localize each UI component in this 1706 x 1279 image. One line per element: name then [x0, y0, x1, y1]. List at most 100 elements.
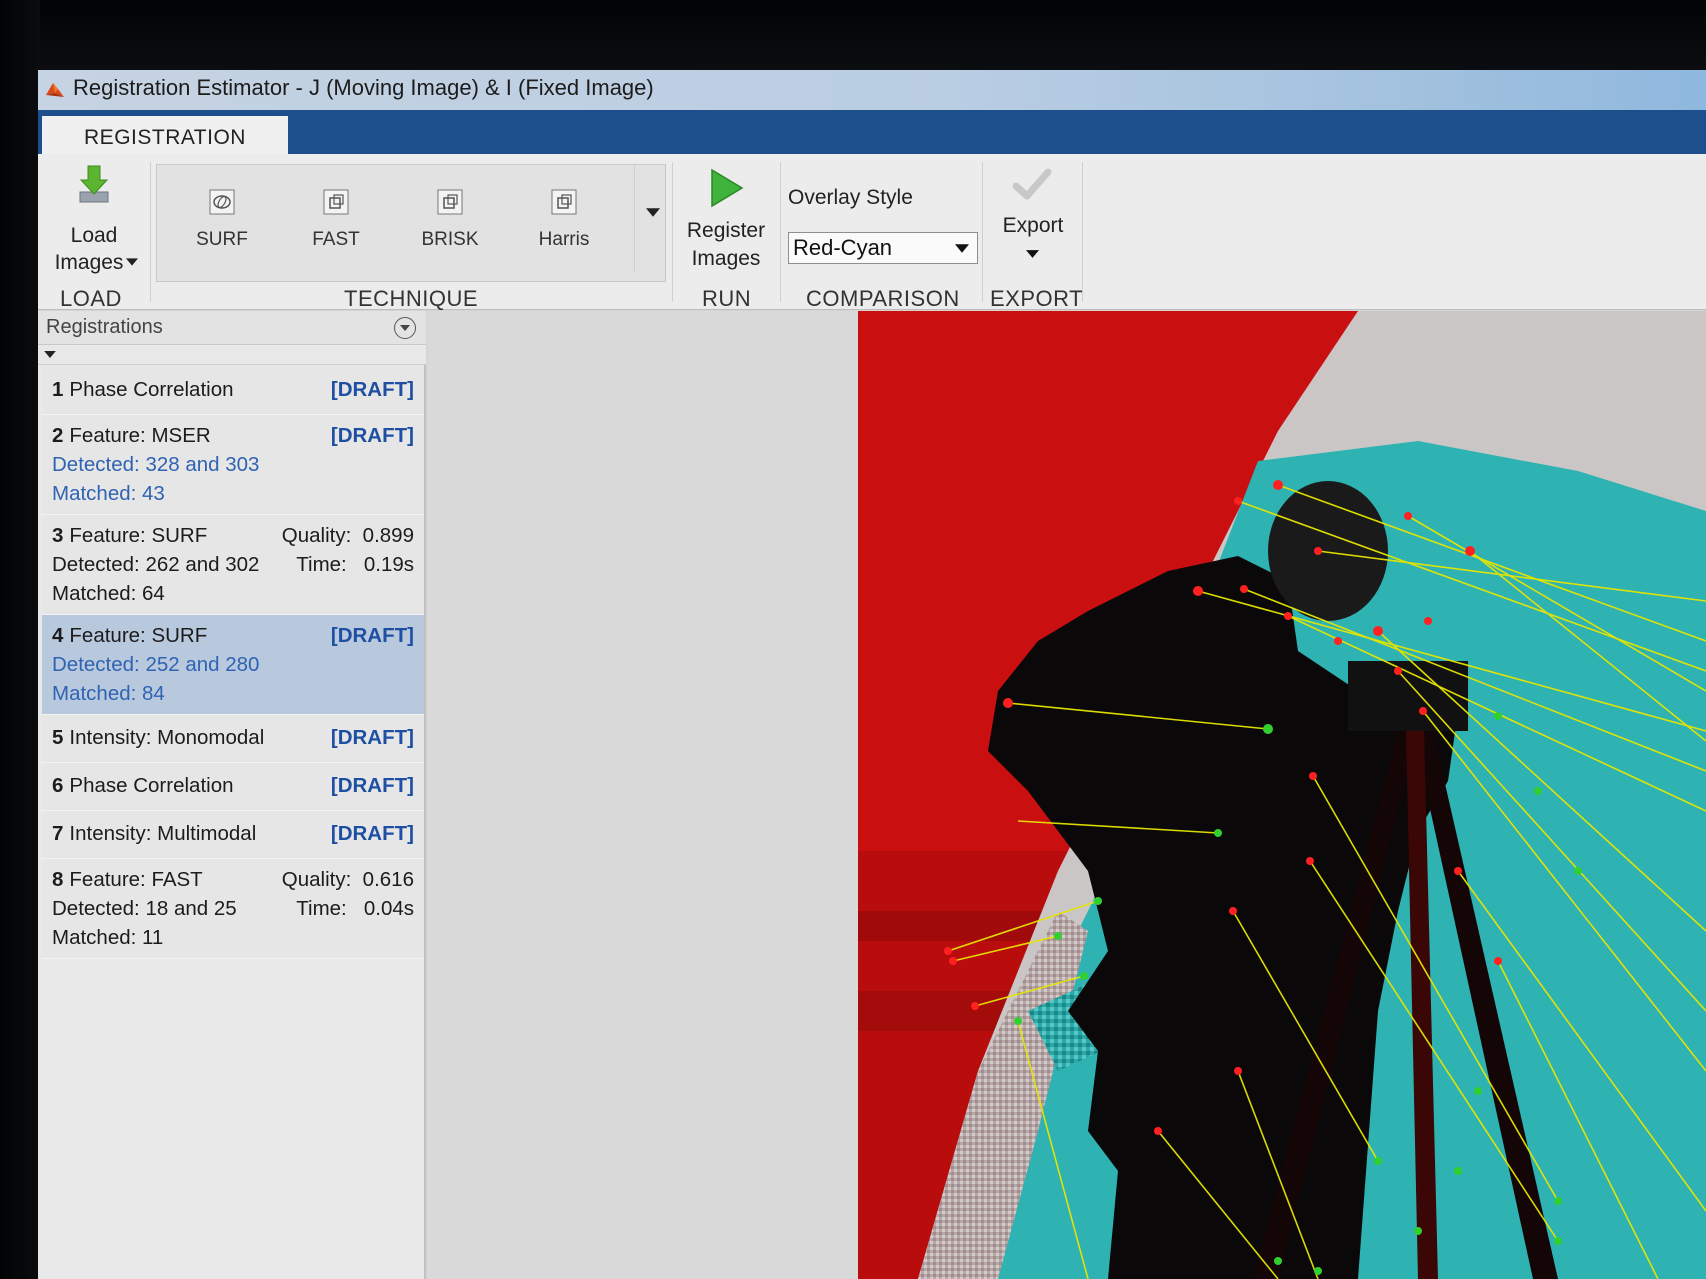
- load-images-label-2: Images: [54, 251, 124, 274]
- registration-row: 4 Feature: SURF [DRAFT]: [52, 621, 414, 650]
- registration-item-4[interactable]: 4 Feature: SURF [DRAFT] Detected: 252 and…: [42, 615, 424, 715]
- technique-brisk-button[interactable]: BRISK: [405, 177, 495, 267]
- registration-row: 5 Intensity: Monomodal [DRAFT]: [52, 723, 414, 752]
- registration-title-line: 1 Phase Correlation: [52, 375, 234, 404]
- registration-time: Time: 0.04s: [296, 897, 414, 920]
- export-button[interactable]: Export: [988, 160, 1078, 280]
- registrations-panel: Registrations 1 Phase Correlation [DRAFT…: [38, 311, 426, 1279]
- export-label: Export: [1002, 214, 1064, 237]
- registration-title-line: 7 Intensity: Multimodal: [52, 819, 256, 848]
- registration-number: 3: [52, 524, 64, 547]
- technique-surf-button[interactable]: SURF: [177, 177, 267, 267]
- draft-badge: [DRAFT]: [330, 624, 414, 647]
- technique-surf-label: SURF: [196, 229, 248, 250]
- registration-number: 5: [52, 726, 64, 749]
- separator: [1082, 162, 1083, 302]
- group-label-run: RUN: [702, 286, 752, 311]
- registration-row: 7 Intensity: Multimodal [DRAFT]: [52, 819, 414, 848]
- registration-item-8[interactable]: 8 Feature: FAST Quality: 0.616 Detected: …: [42, 859, 424, 959]
- registration-row: Detected: 262 and 302 Time: 0.19s: [52, 550, 414, 579]
- tab-registration[interactable]: REGISTRATION: [42, 116, 288, 156]
- registration-row: Detected: 18 and 25 Time: 0.04s: [52, 894, 414, 923]
- registration-number: 8: [52, 868, 64, 891]
- draft-badge: [DRAFT]: [330, 774, 414, 797]
- registration-title-line: 6 Phase Correlation: [52, 771, 234, 800]
- registration-number: 2: [52, 424, 64, 447]
- registration-item-2[interactable]: 2 Feature: MSER [DRAFT] Detected: 328 and…: [42, 415, 424, 515]
- registration-item-1[interactable]: 1 Phase Correlation [DRAFT]: [42, 367, 424, 415]
- draft-badge: [DRAFT]: [330, 424, 414, 447]
- fast-technique-icon: [323, 189, 349, 215]
- registration-number: 1: [52, 378, 64, 401]
- registration-row: 1 Phase Correlation [DRAFT]: [52, 375, 414, 404]
- window-title: Registration Estimator - J (Moving Image…: [73, 75, 654, 100]
- chevron-down-icon: [126, 258, 138, 266]
- overlay-style-value: Red-Cyan: [793, 235, 893, 260]
- registration-item-6[interactable]: 6 Phase Correlation [DRAFT]: [42, 763, 424, 811]
- registration-row: 2 Feature: MSER [DRAFT]: [52, 421, 414, 450]
- registration-item-5[interactable]: 5 Intensity: Monomodal [DRAFT]: [42, 715, 424, 763]
- matlab-logo-icon: [46, 83, 64, 97]
- ribbon-tab-strip: REGISTRATION: [38, 110, 1706, 156]
- registration-detected: Detected: 18 and 25: [52, 897, 237, 920]
- technique-fast-button[interactable]: FAST: [291, 177, 381, 267]
- registrations-list: 1 Phase Correlation [DRAFT] 2 Feature: MSE…: [42, 367, 424, 959]
- separator: [672, 162, 673, 302]
- registrations-sort-bar[interactable]: [38, 345, 426, 365]
- registration-row: 8 Feature: FAST Quality: 0.616: [52, 865, 414, 894]
- technique-fast-label: FAST: [312, 229, 360, 250]
- photo-of-monitor: Registration Estimator - J (Moving Image…: [0, 0, 1706, 1279]
- panel-options-button[interactable]: [394, 317, 416, 339]
- load-images-label-1: Load: [70, 224, 118, 247]
- group-label-technique: TECHNIQUE: [344, 286, 479, 311]
- registration-matched: Matched: 64: [52, 582, 165, 605]
- registration-item-3[interactable]: 3 Feature: SURF Quality: 0.899 Detected: …: [42, 515, 424, 615]
- registration-title: Phase Correlation: [69, 378, 234, 401]
- registration-title-line: 3 Feature: SURF: [52, 521, 207, 550]
- registration-title: Feature: MSER: [69, 424, 211, 447]
- title-bar[interactable]: Registration Estimator - J (Moving Image…: [38, 70, 1706, 110]
- registration-number: 6: [52, 774, 64, 797]
- ribbon-toolstrip: Load Images LOAD SURF FAST BRISK Harris …: [38, 154, 1706, 311]
- registrations-header: Registrations: [38, 311, 426, 345]
- registration-matched: Matched: 11: [52, 926, 164, 949]
- registration-item-7[interactable]: 7 Intensity: Multimodal [DRAFT]: [42, 811, 424, 859]
- registration-detected: Detected: 328 and 303: [52, 453, 260, 476]
- registration-quality: Quality: 0.616: [281, 868, 414, 891]
- harris-technique-icon: [551, 189, 577, 215]
- register-images-button[interactable]: Register Images: [678, 160, 774, 280]
- technique-harris-button[interactable]: Harris: [519, 177, 609, 267]
- registration-title-line: 4 Feature: SURF: [52, 621, 207, 650]
- group-label-load: LOAD: [60, 286, 122, 311]
- registration-title: Phase Correlation: [69, 774, 234, 797]
- separator: [150, 162, 151, 302]
- load-images-button[interactable]: Load Images: [42, 160, 146, 280]
- registration-number: 7: [52, 822, 64, 845]
- chevron-down-icon: [1026, 250, 1039, 258]
- registration-estimator-window: Registration Estimator - J (Moving Image…: [38, 70, 1706, 1279]
- surf-technique-icon: [209, 189, 235, 215]
- overlay-image-view[interactable]: [858, 311, 1706, 1279]
- registrations-title: Registrations: [46, 316, 163, 338]
- registration-matched: Matched: 84: [52, 682, 165, 705]
- draft-badge: [DRAFT]: [330, 726, 414, 749]
- checkmark-icon: [1012, 168, 1052, 200]
- separator: [780, 162, 781, 302]
- registration-title: Intensity: Monomodal: [69, 726, 265, 749]
- overlay-style-dropdown[interactable]: Red-Cyan: [788, 232, 978, 264]
- registration-row: 3 Feature: SURF Quality: 0.899: [52, 521, 414, 550]
- registration-row: 6 Phase Correlation [DRAFT]: [52, 771, 414, 800]
- chevron-down-icon: [646, 208, 660, 217]
- registration-title: Intensity: Multimodal: [69, 822, 257, 845]
- red-cyan-overlay-image: [858, 311, 1706, 1279]
- registration-title-line: 2 Feature: MSER: [52, 421, 211, 450]
- registration-title: Feature: FAST: [69, 868, 203, 891]
- group-label-comparison: COMPARISON: [806, 286, 960, 311]
- gallery-expand-button[interactable]: [634, 164, 668, 272]
- registration-number: 4: [52, 624, 64, 647]
- registration-quality: Quality: 0.899: [281, 524, 414, 547]
- monitor-bezel-top: [0, 0, 1706, 70]
- play-icon: [711, 168, 744, 208]
- draft-badge: [DRAFT]: [330, 378, 414, 401]
- overlay-style-label: Overlay Style: [788, 186, 913, 209]
